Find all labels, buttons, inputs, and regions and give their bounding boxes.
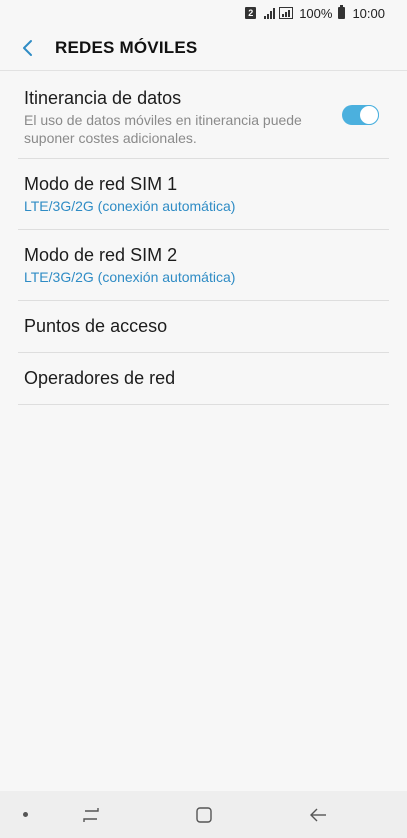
- app-bar: REDES MÓVILES: [0, 28, 407, 68]
- data-roaming-toggle[interactable]: [342, 105, 379, 125]
- recents-icon: [83, 808, 99, 822]
- sim-badge: 2: [245, 7, 257, 19]
- data-roaming-setting[interactable]: Itinerancia de datos El uso de datos móv…: [18, 71, 389, 159]
- setting-title: Puntos de acceso: [24, 316, 168, 336]
- nav-back-button[interactable]: [303, 800, 333, 830]
- setting-description: El uso de datos móviles en itinerancia p…: [24, 112, 302, 146]
- setting-title: Operadores de red: [24, 368, 176, 388]
- setting-title: Itinerancia de datos: [24, 88, 182, 108]
- setting-value: LTE/3G/2G (conexión automática): [24, 198, 236, 214]
- network-operators-setting[interactable]: Operadores de red: [18, 353, 389, 405]
- sim-signal-icon: [279, 7, 294, 19]
- network-mode-sim1-setting[interactable]: Modo de red SIM 1 LTE/3G/2G (conexión au…: [18, 159, 389, 230]
- back-icon: [310, 808, 326, 822]
- clock: 10:00: [352, 5, 385, 21]
- setting-title: Modo de red SIM 1: [24, 174, 178, 194]
- home-button[interactable]: [189, 800, 219, 830]
- status-bar: 2 100% 10:00: [0, 0, 407, 26]
- setting-value: LTE/3G/2G (conexión automática): [24, 269, 236, 285]
- navigation-bar: [0, 791, 407, 838]
- network-mode-sim2-setting[interactable]: Modo de red SIM 2 LTE/3G/2G (conexión au…: [18, 230, 389, 301]
- dot-icon[interactable]: [23, 812, 28, 817]
- recents-button[interactable]: [76, 800, 106, 830]
- home-icon: [196, 807, 212, 823]
- settings-list: Itinerancia de datos El uso de datos móv…: [18, 71, 389, 405]
- setting-title: Modo de red SIM 2: [24, 245, 178, 265]
- toggle-knob: [359, 105, 379, 125]
- battery-icon: [338, 5, 346, 19]
- back-button[interactable]: [8, 28, 48, 68]
- page-title: REDES MÓVILES: [55, 38, 198, 57]
- back-arrow-icon: [23, 40, 32, 56]
- signal-strength-icon: [264, 7, 276, 19]
- access-points-setting[interactable]: Puntos de acceso: [18, 301, 389, 353]
- battery-percentage: 100%: [299, 5, 333, 21]
